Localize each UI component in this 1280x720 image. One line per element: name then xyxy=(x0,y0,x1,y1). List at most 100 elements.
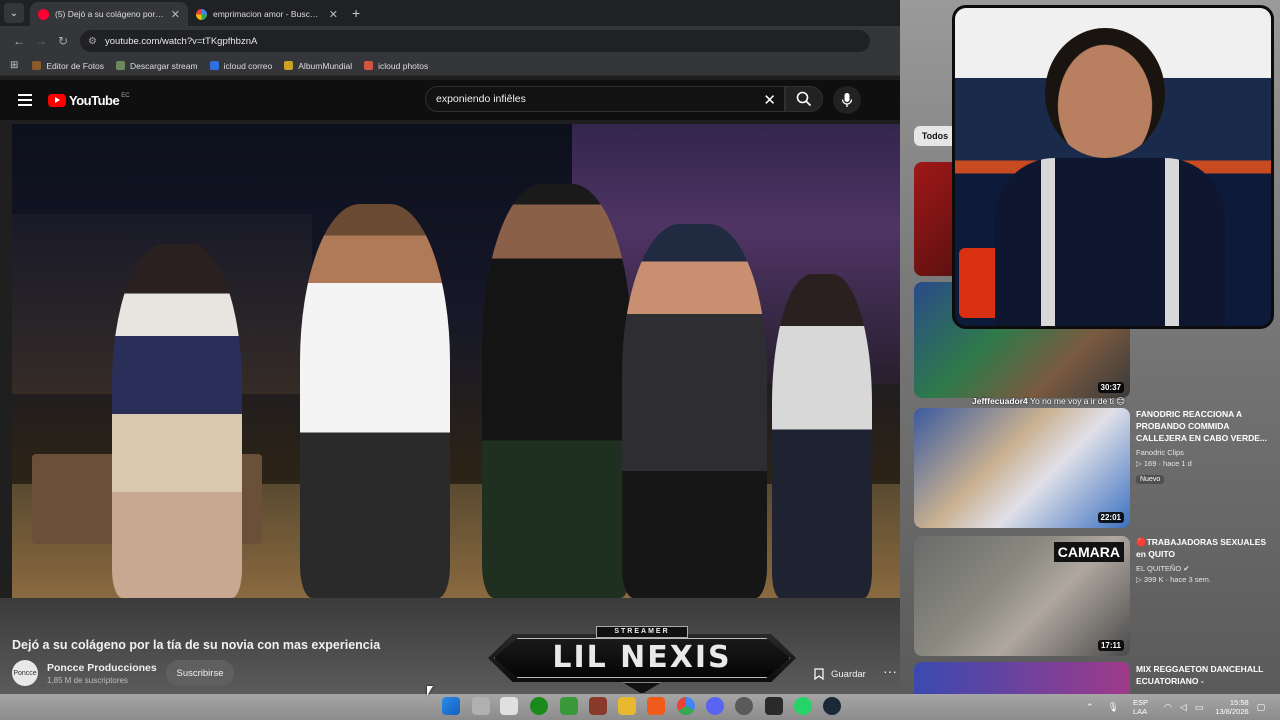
tab-title: emprimacion amor - Buscar con xyxy=(213,9,323,19)
discord-icon[interactable] xyxy=(706,697,724,715)
chat-text: Yo no me voy a ir de ti 😊 xyxy=(1030,396,1126,406)
close-icon[interactable]: ✕ xyxy=(329,8,338,21)
bookmark-item[interactable]: icloud photos xyxy=(364,61,428,71)
tab-youtube[interactable]: (5) Dejó a su colágeno por la tía ✕ xyxy=(30,2,188,26)
search-button[interactable] xyxy=(785,86,823,112)
bookmark-label: AlbumMundial xyxy=(298,60,353,71)
tab-google[interactable]: emprimacion amor - Buscar con ✕ xyxy=(188,2,346,26)
url-input[interactable]: ⚙ youtube.com/watch?v=tTKgpfhbznA xyxy=(80,30,870,52)
video-title: FANODRIC REACCIONA A PROBANDO COMMIDA CA… xyxy=(1136,409,1267,443)
subscribe-button[interactable]: Suscribirse xyxy=(166,660,234,686)
video-thumbnail[interactable]: 22:01 xyxy=(914,408,1130,528)
store-icon[interactable] xyxy=(500,697,518,715)
volume-icon[interactable]: ◁ xyxy=(1180,702,1187,713)
video-info[interactable]: 🔴TRABAJADORAS SEXUALES en QUITO EL QUITE… xyxy=(1136,536,1272,584)
bookmark-icon xyxy=(209,61,219,70)
search-icon xyxy=(796,91,812,107)
video-thumbnail[interactable] xyxy=(914,662,1130,694)
steam-icon[interactable] xyxy=(823,697,841,715)
forward-icon[interactable]: → xyxy=(30,34,52,48)
video-info[interactable]: FANODRIC REACCIONA A PROBANDO COMMIDA CA… xyxy=(1136,408,1272,486)
save-button[interactable]: Guardar xyxy=(804,663,876,685)
battery-icon[interactable]: ▭ xyxy=(1195,702,1204,713)
obs-icon[interactable] xyxy=(735,697,753,715)
country-code: EC xyxy=(121,93,130,99)
language-code: ESP xyxy=(1132,698,1148,707)
bookmarks-bar: ⊞ Editor de Fotos Descargar stream iclou… xyxy=(0,56,900,76)
video-meta: ▷ 399 K · hace 3 sem. xyxy=(1136,575,1211,584)
microphone-icon xyxy=(841,93,853,107)
youtube-favicon-icon xyxy=(38,8,49,20)
bookmark-icon xyxy=(814,668,824,680)
jacket-shape xyxy=(995,158,1225,326)
bookmark-item[interactable]: Descargar stream xyxy=(116,61,198,71)
microphone-icon[interactable]: 🎙 xyxy=(1108,702,1119,713)
bookmark-label: Descargar stream xyxy=(130,60,198,71)
bookmark-icon xyxy=(116,61,126,70)
notification-icon[interactable]: ▢ xyxy=(1257,702,1266,713)
widgets-icon[interactable] xyxy=(472,697,490,715)
tab-search-button[interactable]: ⌄ xyxy=(4,3,24,23)
overlay-name: LIL NEXIS xyxy=(552,640,732,675)
video-info[interactable]: MIX REGGAETON DANCEHALL ECUATORIANO - xyxy=(1136,663,1272,687)
search-input[interactable]: exponiendo infiêles ✕ xyxy=(425,86,785,112)
video-meta: ▷ 169 · hace 1 d xyxy=(1136,459,1192,468)
video-duration: 22:01 xyxy=(1097,512,1124,523)
xbox-icon[interactable] xyxy=(530,697,548,715)
youtube-logo-text: YouTube xyxy=(69,92,120,108)
thumbnail-text-icon: CAMARA xyxy=(1053,542,1124,562)
clock-date: 13/8/2026 xyxy=(1215,707,1249,716)
file-explorer-icon[interactable] xyxy=(618,697,636,715)
person-shape xyxy=(622,224,767,598)
chevron-up-icon[interactable]: ⌃ xyxy=(1086,702,1094,713)
video-title: MIX REGGAETON DANCEHALL ECUATORIANO - xyxy=(1136,664,1264,686)
channel-name[interactable]: Poncce Producciones xyxy=(47,662,157,674)
video-duration: 17:11 xyxy=(1097,640,1124,651)
bookmark-item[interactable]: icloud correo xyxy=(209,60,273,71)
wifi-icon[interactable]: ◠ xyxy=(1164,702,1172,713)
overlay-tag: STREAMER xyxy=(596,626,688,638)
menu-icon[interactable] xyxy=(18,91,32,109)
youtube-play-icon xyxy=(48,93,66,107)
youtube-header: YouTube EC exponiendo infiêles ✕ xyxy=(0,80,900,120)
epic-games-icon[interactable] xyxy=(765,697,783,715)
channel-avatar[interactable]: Poncce xyxy=(12,660,38,686)
language-indicator[interactable]: ESP LAA xyxy=(1133,698,1148,716)
clock[interactable]: 15:58 13/8/2026 xyxy=(1215,698,1248,716)
person-shape xyxy=(482,184,632,598)
subscriber-count: 1,85 M de suscriptores xyxy=(47,675,128,685)
app-icon[interactable] xyxy=(589,697,607,715)
voice-search-button[interactable] xyxy=(833,86,861,114)
bookmark-icon xyxy=(284,61,294,70)
close-icon[interactable]: ✕ xyxy=(171,8,180,21)
mouse-cursor-icon xyxy=(427,686,433,696)
video-title: 🔴TRABAJADORAS SEXUALES en QUITO xyxy=(1136,537,1267,559)
back-icon[interactable]: ← xyxy=(8,34,30,48)
video-thumbnail[interactable]: CAMARA 17:11 xyxy=(914,536,1130,656)
chrome-icon[interactable] xyxy=(677,697,695,715)
video-channel: EL QUITEÑO ✔ xyxy=(1136,564,1190,573)
bookmark-item[interactable]: Editor de Fotos xyxy=(32,61,104,71)
brave-icon[interactable] xyxy=(647,697,665,715)
search-value: exponiendo infiêles xyxy=(436,93,526,105)
minecraft-icon[interactable] xyxy=(560,697,578,715)
video-player[interactable] xyxy=(12,124,900,598)
bookmark-label: icloud correo xyxy=(223,60,273,71)
filter-chip-all[interactable]: Todos xyxy=(914,126,956,146)
browser-window: ⌄ (5) Dejó a su colágeno por la tía ✕ em… xyxy=(0,0,1280,720)
layout-code: LAA xyxy=(1132,707,1148,716)
video-duration: 30:37 xyxy=(1097,382,1124,393)
webcam-overlay xyxy=(952,5,1274,329)
windows-start-icon[interactable] xyxy=(442,697,460,715)
person-shape xyxy=(112,244,242,598)
bookmark-item[interactable]: AlbumMundial xyxy=(284,61,352,71)
site-info-icon[interactable]: ⚙ xyxy=(88,36,97,47)
clear-search-icon[interactable]: ✕ xyxy=(763,91,776,109)
youtube-logo[interactable]: YouTube EC xyxy=(48,93,130,108)
reload-icon[interactable]: ↻ xyxy=(52,34,74,48)
whatsapp-icon[interactable] xyxy=(794,697,812,715)
new-tab-icon[interactable]: + xyxy=(352,5,360,21)
google-favicon-icon xyxy=(196,8,207,20)
apps-grid-icon[interactable]: ⊞ xyxy=(10,60,18,71)
bookmark-icon xyxy=(364,61,374,70)
